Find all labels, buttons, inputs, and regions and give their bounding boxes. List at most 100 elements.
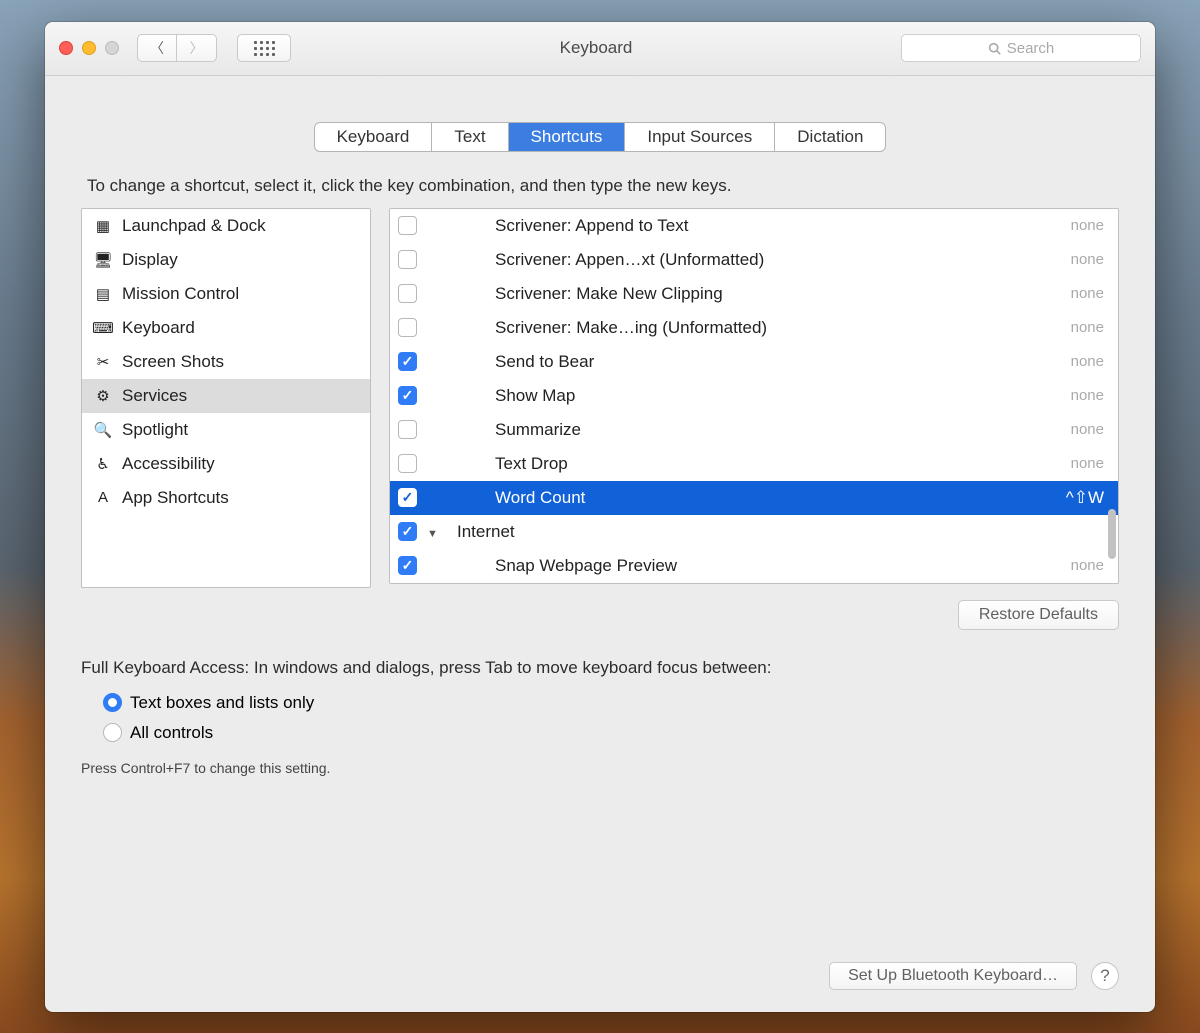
- grid-icon: [254, 41, 275, 56]
- tab-keyboard[interactable]: Keyboard: [315, 123, 433, 151]
- service-checkbox[interactable]: [398, 352, 417, 371]
- service-checkbox[interactable]: [398, 284, 417, 303]
- service-row[interactable]: Show Map none: [390, 379, 1118, 413]
- service-shortcut[interactable]: none: [1071, 421, 1104, 438]
- sidebar-item-label: Keyboard: [122, 318, 195, 338]
- launchpad-icon: ▦: [92, 216, 114, 236]
- service-group-row[interactable]: ▼ Internet: [390, 515, 1118, 549]
- sidebar-item-accessibility[interactable]: ♿︎Accessibility: [82, 447, 370, 481]
- service-shortcut[interactable]: none: [1071, 353, 1104, 370]
- service-label: Internet: [457, 522, 1094, 542]
- sidebar-item-label: Services: [122, 386, 187, 406]
- accessibility-icon: ♿︎: [92, 454, 114, 474]
- service-label: Show Map: [495, 386, 1061, 406]
- service-shortcut[interactable]: none: [1071, 251, 1104, 268]
- radio-button[interactable]: [103, 693, 122, 712]
- restore-defaults-button[interactable]: Restore Defaults: [958, 600, 1119, 630]
- window-title: Keyboard: [301, 38, 891, 58]
- screenshot-icon: ✂: [92, 352, 114, 372]
- sidebar-item-keyboard[interactable]: ⌨ Keyboard: [82, 311, 370, 345]
- service-row[interactable]: Text Drop none: [390, 447, 1118, 481]
- chevron-left-icon: 〈: [150, 38, 164, 58]
- content-area: KeyboardTextShortcutsInput SourcesDictat…: [45, 76, 1155, 1012]
- service-checkbox[interactable]: [398, 386, 417, 405]
- back-button[interactable]: 〈: [137, 34, 177, 62]
- service-checkbox[interactable]: [398, 488, 417, 507]
- app-shortcuts-icon: A: [92, 488, 114, 508]
- instruction-text: To change a shortcut, select it, click t…: [87, 176, 1119, 196]
- radio-label: All controls: [130, 723, 213, 743]
- zoom-window-button[interactable]: [105, 41, 119, 55]
- sidebar-item-label: App Shortcuts: [122, 488, 229, 508]
- service-checkbox[interactable]: [398, 522, 417, 541]
- minimize-window-button[interactable]: [82, 41, 96, 55]
- radio-option[interactable]: Text boxes and lists only: [103, 688, 1119, 718]
- display-icon: 🖥: [92, 250, 114, 270]
- radio-label: Text boxes and lists only: [130, 693, 314, 713]
- service-label: Scrivener: Appen…xt (Unformatted): [495, 250, 1061, 270]
- sidebar-item-launchpad-dock[interactable]: ▦ Launchpad & Dock: [82, 209, 370, 243]
- keyboard-icon: ⌨: [92, 318, 114, 338]
- service-row[interactable]: Send to Bear none: [390, 345, 1118, 379]
- service-label: Snap Webpage Preview: [495, 556, 1061, 576]
- chevron-right-icon: 〉: [190, 38, 204, 58]
- sidebar-item-label: Launchpad & Dock: [122, 216, 266, 236]
- service-shortcut[interactable]: none: [1071, 217, 1104, 234]
- sidebar-item-display[interactable]: 🖥 Display: [82, 243, 370, 277]
- tab-shortcuts[interactable]: Shortcuts: [509, 123, 626, 151]
- tab-text[interactable]: Text: [432, 123, 508, 151]
- keyboard-access-hint: Press Control+F7 to change this setting.: [81, 760, 1119, 776]
- service-row[interactable]: Scrivener: Make…ing (Unformatted) none: [390, 311, 1118, 345]
- sidebar-item-spotlight[interactable]: 🔍Spotlight: [82, 413, 370, 447]
- service-row[interactable]: Summarizenone: [390, 413, 1118, 447]
- sidebar-item-label: Spotlight: [122, 420, 188, 440]
- scrollbar-thumb[interactable]: [1108, 509, 1116, 559]
- service-shortcut[interactable]: none: [1071, 319, 1104, 336]
- service-checkbox[interactable]: [398, 420, 417, 439]
- service-shortcut[interactable]: none: [1071, 285, 1104, 302]
- help-icon: ?: [1100, 966, 1109, 986]
- close-window-button[interactable]: [59, 41, 73, 55]
- tab-dictation[interactable]: Dictation: [775, 123, 885, 151]
- sidebar-item-services[interactable]: ⚙Services: [82, 379, 370, 413]
- service-label: Scrivener: Make…ing (Unformatted): [495, 318, 1061, 338]
- bluetooth-keyboard-button[interactable]: Set Up Bluetooth Keyboard…: [829, 962, 1077, 990]
- service-shortcut[interactable]: ^⇧W: [1066, 488, 1104, 508]
- disclosure-triangle-icon[interactable]: ▼: [427, 528, 439, 540]
- keyboard-access-radios: Text boxes and lists only All controls: [103, 688, 1119, 748]
- service-checkbox[interactable]: [398, 250, 417, 269]
- right-column: Scrivener: Append to TextnoneScrivener: …: [389, 208, 1119, 630]
- help-button[interactable]: ?: [1091, 962, 1119, 990]
- radio-button[interactable]: [103, 723, 122, 742]
- service-row[interactable]: Scrivener: Append to Text none: [390, 209, 1118, 243]
- service-label: Scrivener: Append to Text: [495, 216, 1061, 236]
- search-placeholder: Search: [1007, 40, 1055, 57]
- sidebar-item-label: Display: [122, 250, 178, 270]
- show-all-button[interactable]: [237, 34, 291, 62]
- category-sidebar[interactable]: ▦ Launchpad & Dock 🖥 Display ▤Mission Contro…: [81, 208, 371, 588]
- sidebar-item-app-shortcuts[interactable]: A App Shortcuts: [82, 481, 370, 515]
- radio-option[interactable]: All controls: [103, 718, 1119, 748]
- keyboard-access-heading: Full Keyboard Access: In windows and dia…: [81, 658, 1119, 678]
- service-checkbox[interactable]: [398, 556, 417, 575]
- tab-bar: KeyboardTextShortcutsInput SourcesDictat…: [314, 122, 887, 152]
- service-checkbox[interactable]: [398, 454, 417, 473]
- sidebar-item-screen-shots[interactable]: ✂Screen Shots: [82, 345, 370, 379]
- nav-buttons: 〈 〉: [137, 34, 217, 62]
- service-shortcut[interactable]: none: [1071, 387, 1104, 404]
- forward-button[interactable]: 〉: [177, 34, 217, 62]
- service-row[interactable]: Word Count^⇧W: [390, 481, 1118, 515]
- tab-input-sources[interactable]: Input Sources: [625, 123, 775, 151]
- services-list[interactable]: Scrivener: Append to TextnoneScrivener: …: [389, 208, 1119, 584]
- sidebar-item-mission-control[interactable]: ▤Mission Control: [82, 277, 370, 311]
- service-shortcut[interactable]: none: [1071, 557, 1104, 574]
- service-row[interactable]: Scrivener: Make New Clippingnone: [390, 277, 1118, 311]
- service-row[interactable]: Scrivener: Appen…xt (Unformatted) none: [390, 243, 1118, 277]
- service-checkbox[interactable]: [398, 318, 417, 337]
- service-checkbox[interactable]: [398, 216, 417, 235]
- service-label: Text Drop: [495, 454, 1061, 474]
- service-shortcut[interactable]: none: [1071, 455, 1104, 472]
- service-row[interactable]: Snap Webpage Preview none: [390, 549, 1118, 583]
- search-field[interactable]: Search: [901, 34, 1141, 62]
- service-label: Send to Bear: [495, 352, 1061, 372]
